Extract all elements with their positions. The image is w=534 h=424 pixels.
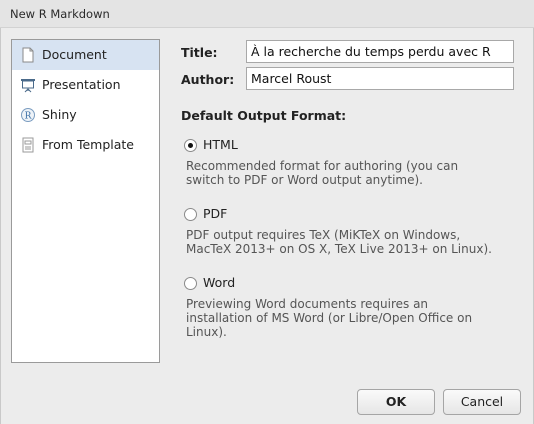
word-radio[interactable] [184,277,197,290]
window-title: New R Markdown [10,7,110,21]
author-label: Author: [181,72,235,87]
ok-button[interactable]: OK [357,389,435,415]
svg-text:R: R [25,112,32,122]
sidebar-item-shiny[interactable]: R Shiny [12,100,159,130]
html-description-line: switch to PDF or Word output anytime). [186,173,423,187]
author-input[interactable] [246,67,514,90]
sidebar-item-from-template[interactable]: From Template [12,130,159,160]
sidebar-item-label: From Template [42,137,134,152]
template-icon [22,137,34,153]
sidebar-item-label: Presentation [42,77,121,92]
word-description-line: Linux). [186,325,227,339]
pdf-description: PDF output requires TeX (MiKTeX on Windo… [186,228,506,256]
html-radio-label[interactable]: HTML [203,137,238,152]
pdf-description-line: MacTeX 2013+ on OS X, TeX Live 2013+ on … [186,242,492,256]
title-input[interactable] [246,40,514,63]
html-radio[interactable] [184,139,197,152]
sidebar-item-presentation[interactable]: Presentation [12,70,159,100]
output-format-heading: Default Output Format: [181,108,347,123]
html-description-line: Recommended format for authoring (you ca… [186,159,459,173]
word-description-line: installation of MS Word (or Libre/Open O… [186,311,473,325]
cancel-button[interactable]: Cancel [443,389,521,415]
document-icon [22,47,34,63]
word-description: Previewing Word documents requires an in… [186,297,506,339]
sidebar-item-label: Document [42,47,107,62]
word-description-line: Previewing Word documents requires an [186,297,429,311]
pdf-radio[interactable] [184,208,197,221]
presentation-icon [21,79,35,93]
title-label: Title: [181,45,218,60]
word-radio-label[interactable]: Word [203,275,235,290]
html-description: Recommended format for authoring (you ca… [186,159,506,187]
shiny-r-icon: R [21,108,35,122]
pdf-radio-label[interactable]: PDF [203,206,227,221]
pdf-description-line: PDF output requires TeX (MiKTeX on Windo… [186,228,461,242]
format-type-list: Document Presentation R Shiny From Templ… [11,39,160,363]
sidebar-item-label: Shiny [42,107,77,122]
window-titlebar: New R Markdown [0,0,534,28]
sidebar-item-document[interactable]: Document [12,40,159,70]
